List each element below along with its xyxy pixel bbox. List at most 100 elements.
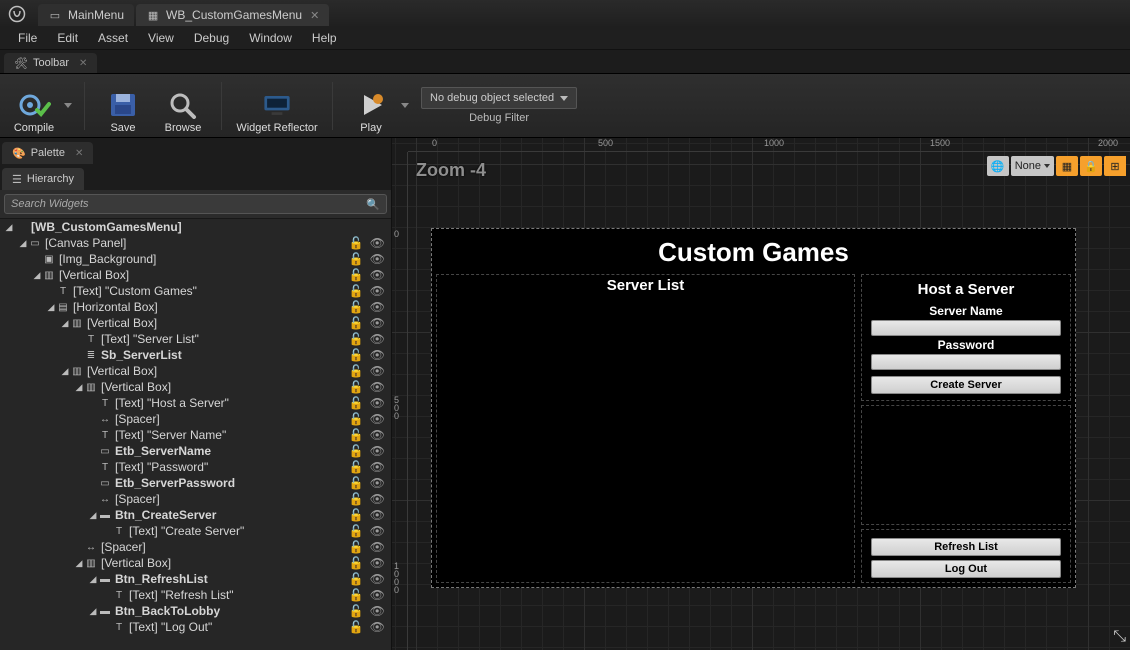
- palette-tab[interactable]: 🎨 Palette ✕: [2, 142, 93, 164]
- eye-icon[interactable]: 👁: [370, 620, 385, 634]
- designer-viewport[interactable]: 0 500 1000 1500 2000 0 500 1000 Zoom -4 …: [392, 138, 1130, 650]
- expand-arrow-icon[interactable]: ◢: [74, 558, 84, 569]
- debug-object-selector[interactable]: No debug object selected: [421, 87, 577, 109]
- expand-arrow-icon[interactable]: ◢: [4, 222, 14, 233]
- eye-icon[interactable]: 👁: [370, 428, 385, 442]
- layout-transform-toggle[interactable]: ⊞: [1104, 156, 1126, 176]
- unlock-icon[interactable]: 🔓: [349, 348, 364, 362]
- close-icon[interactable]: ✕: [75, 148, 83, 159]
- hierarchy-tab[interactable]: ☰ Hierarchy: [2, 168, 84, 190]
- eye-icon[interactable]: 👁: [370, 508, 385, 522]
- close-icon[interactable]: ✕: [310, 9, 319, 22]
- tree-row[interactable]: T[Text] "Custom Games"🔓👁: [0, 283, 391, 299]
- eye-icon[interactable]: 👁: [370, 364, 385, 378]
- unlock-icon[interactable]: 🔓: [349, 492, 364, 506]
- eye-icon[interactable]: 👁: [370, 572, 385, 586]
- eye-icon[interactable]: 👁: [370, 252, 385, 266]
- eye-icon[interactable]: 👁: [370, 380, 385, 394]
- menu-help[interactable]: Help: [302, 28, 347, 48]
- tree-row[interactable]: ◢▬Btn_CreateServer🔓👁: [0, 507, 391, 523]
- unlock-icon[interactable]: 🔓: [349, 620, 364, 634]
- tree-row[interactable]: ◢▥[Vertical Box]🔓👁: [0, 315, 391, 331]
- expand-arrow-icon[interactable]: ◢: [46, 302, 56, 313]
- menu-file[interactable]: File: [8, 28, 47, 48]
- tree-row[interactable]: T[Text] "Host a Server"🔓👁: [0, 395, 391, 411]
- tree-row[interactable]: ◢▤[Horizontal Box]🔓👁: [0, 299, 391, 315]
- toolbar-tab[interactable]: 🛠 Toolbar ✕: [4, 53, 97, 73]
- outline-toggle[interactable]: ▦: [1056, 156, 1078, 176]
- editor-tab-customgames[interactable]: ▦ WB_CustomGamesMenu ✕: [136, 4, 329, 26]
- unlock-icon[interactable]: 🔓: [349, 284, 364, 298]
- tree-row[interactable]: ◢[WB_CustomGamesMenu]: [0, 219, 391, 235]
- tree-row[interactable]: ≣Sb_ServerList🔓👁: [0, 347, 391, 363]
- hierarchy-tree[interactable]: ◢[WB_CustomGamesMenu]◢▭[Canvas Panel]🔓👁▣…: [0, 219, 391, 650]
- tree-row[interactable]: ↔[Spacer]🔓👁: [0, 539, 391, 555]
- tree-row[interactable]: T[Text] "Refresh List"🔓👁: [0, 587, 391, 603]
- tree-row[interactable]: ◢▥[Vertical Box]🔓👁: [0, 379, 391, 395]
- expand-arrow-icon[interactable]: ◢: [88, 510, 98, 521]
- unlock-icon[interactable]: 🔓: [349, 476, 364, 490]
- compile-button[interactable]: Compile: [6, 76, 62, 136]
- eye-icon[interactable]: 👁: [370, 540, 385, 554]
- play-dropdown[interactable]: [399, 76, 411, 136]
- expand-arrow-icon[interactable]: ◢: [88, 574, 98, 585]
- unlock-icon[interactable]: 🔓: [349, 428, 364, 442]
- unlock-icon[interactable]: 🔓: [349, 268, 364, 282]
- expand-arrow-icon[interactable]: ◢: [32, 270, 42, 281]
- tree-row[interactable]: ▣[Img_Background]🔓👁: [0, 251, 391, 267]
- unlock-icon[interactable]: 🔓: [349, 572, 364, 586]
- eye-icon[interactable]: 👁: [370, 268, 385, 282]
- menu-window[interactable]: Window: [239, 28, 302, 48]
- tree-row[interactable]: ◢▬Btn_RefreshList🔓👁: [0, 571, 391, 587]
- expand-arrow-icon[interactable]: ◢: [18, 238, 28, 249]
- canvas-preview[interactable]: Custom Games Server List Host a Server S…: [431, 228, 1076, 588]
- eye-icon[interactable]: 👁: [370, 604, 385, 618]
- menu-debug[interactable]: Debug: [184, 28, 239, 48]
- eye-icon[interactable]: 👁: [370, 524, 385, 538]
- eye-icon[interactable]: 👁: [370, 332, 385, 346]
- tree-row[interactable]: ◢▥[Vertical Box]🔓👁: [0, 267, 391, 283]
- unlock-icon[interactable]: 🔓: [349, 556, 364, 570]
- unlock-icon[interactable]: 🔓: [349, 300, 364, 314]
- search-input[interactable]: Search Widgets 🔍: [4, 194, 387, 214]
- unlock-icon[interactable]: 🔓: [349, 508, 364, 522]
- create-server-button[interactable]: Create Server: [871, 376, 1061, 394]
- menu-edit[interactable]: Edit: [47, 28, 88, 48]
- eye-icon[interactable]: 👁: [370, 316, 385, 330]
- eye-icon[interactable]: 👁: [370, 412, 385, 426]
- expand-arrow-icon[interactable]: ◢: [60, 318, 70, 329]
- eye-icon[interactable]: 👁: [370, 476, 385, 490]
- eye-icon[interactable]: 👁: [370, 284, 385, 298]
- play-button[interactable]: Play: [343, 76, 399, 136]
- tree-row[interactable]: ↔[Spacer]🔓👁: [0, 491, 391, 507]
- unlock-icon[interactable]: 🔓: [349, 380, 364, 394]
- lock-toggle[interactable]: 🔒: [1080, 156, 1102, 176]
- eye-icon[interactable]: 👁: [370, 236, 385, 250]
- tree-row[interactable]: T[Text] "Server Name"🔓👁: [0, 427, 391, 443]
- unlock-icon[interactable]: 🔓: [349, 524, 364, 538]
- server-name-input[interactable]: [871, 320, 1061, 336]
- unlock-icon[interactable]: 🔓: [349, 588, 364, 602]
- expand-arrow-icon[interactable]: ◢: [60, 366, 70, 377]
- unlock-icon[interactable]: 🔓: [349, 412, 364, 426]
- editor-tab-mainmenu[interactable]: ▭ MainMenu: [38, 4, 134, 26]
- expand-arrow-icon[interactable]: ◢: [74, 382, 84, 393]
- tree-row[interactable]: ◢▥[Vertical Box]🔓👁: [0, 555, 391, 571]
- tree-row[interactable]: ▭Etb_ServerPassword🔓👁: [0, 475, 391, 491]
- browse-button[interactable]: Browse: [155, 76, 211, 136]
- tree-row[interactable]: ↔[Spacer]🔓👁: [0, 411, 391, 427]
- password-input[interactable]: [871, 354, 1061, 370]
- widget-reflector-button[interactable]: Widget Reflector: [232, 76, 322, 136]
- save-button[interactable]: Save: [95, 76, 151, 136]
- menu-asset[interactable]: Asset: [88, 28, 138, 48]
- tree-row[interactable]: T[Text] "Log Out"🔓👁: [0, 619, 391, 635]
- eye-icon[interactable]: 👁: [370, 588, 385, 602]
- unlock-icon[interactable]: 🔓: [349, 236, 364, 250]
- unlock-icon[interactable]: 🔓: [349, 332, 364, 346]
- tree-row[interactable]: ◢▬Btn_BackToLobby🔓👁: [0, 603, 391, 619]
- resize-handle-icon[interactable]: ⤡: [1113, 628, 1126, 646]
- eye-icon[interactable]: 👁: [370, 300, 385, 314]
- unlock-icon[interactable]: 🔓: [349, 460, 364, 474]
- tree-row[interactable]: T[Text] "Server List"🔓👁: [0, 331, 391, 347]
- eye-icon[interactable]: 👁: [370, 460, 385, 474]
